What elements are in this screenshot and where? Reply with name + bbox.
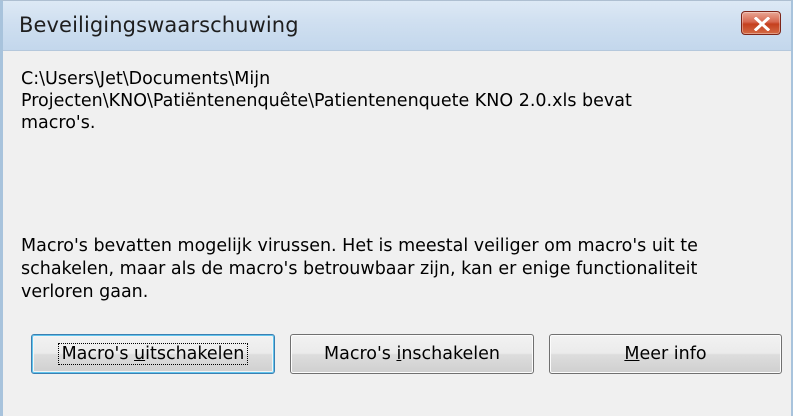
more-info-button[interactable]: Meer info — [549, 334, 782, 374]
enable-macros-button[interactable]: Macro's inschakelen — [290, 334, 534, 374]
macro-warning-message: Macro's bevatten mogelijk virussen. Het … — [21, 235, 777, 304]
title-bar[interactable]: Beveiligingswaarschuwing — [3, 1, 791, 51]
security-warning-dialog: Beveiligingswaarschuwing C:\Users\Jet\Do… — [0, 0, 793, 416]
warning-line: Macro's bevatten mogelijk virussen. Het … — [21, 236, 698, 256]
disable-macros-button[interactable]: Macro's uitschakelen — [31, 334, 275, 374]
enable-macros-label: Macro's inschakelen — [324, 343, 500, 364]
warning-line: schakelen, maar als de macro's betrouwba… — [21, 259, 698, 279]
close-button[interactable] — [741, 11, 781, 35]
close-icon — [754, 17, 770, 31]
path-line: C:\Users\Jet\Documents\Mijn — [21, 69, 271, 89]
file-path-message: C:\Users\Jet\Documents\Mijn Projecten\KN… — [21, 68, 761, 134]
disable-macros-label: Macro's uitschakelen — [57, 342, 249, 365]
window-title: Beveiligingswaarschuwing — [19, 13, 299, 37]
path-line: macro's. — [21, 113, 96, 133]
path-line: Projecten\KNO\Patiëntenenquête\Patienten… — [21, 91, 632, 111]
more-info-label: Meer info — [624, 343, 707, 364]
warning-line: verloren gaan. — [21, 282, 149, 302]
